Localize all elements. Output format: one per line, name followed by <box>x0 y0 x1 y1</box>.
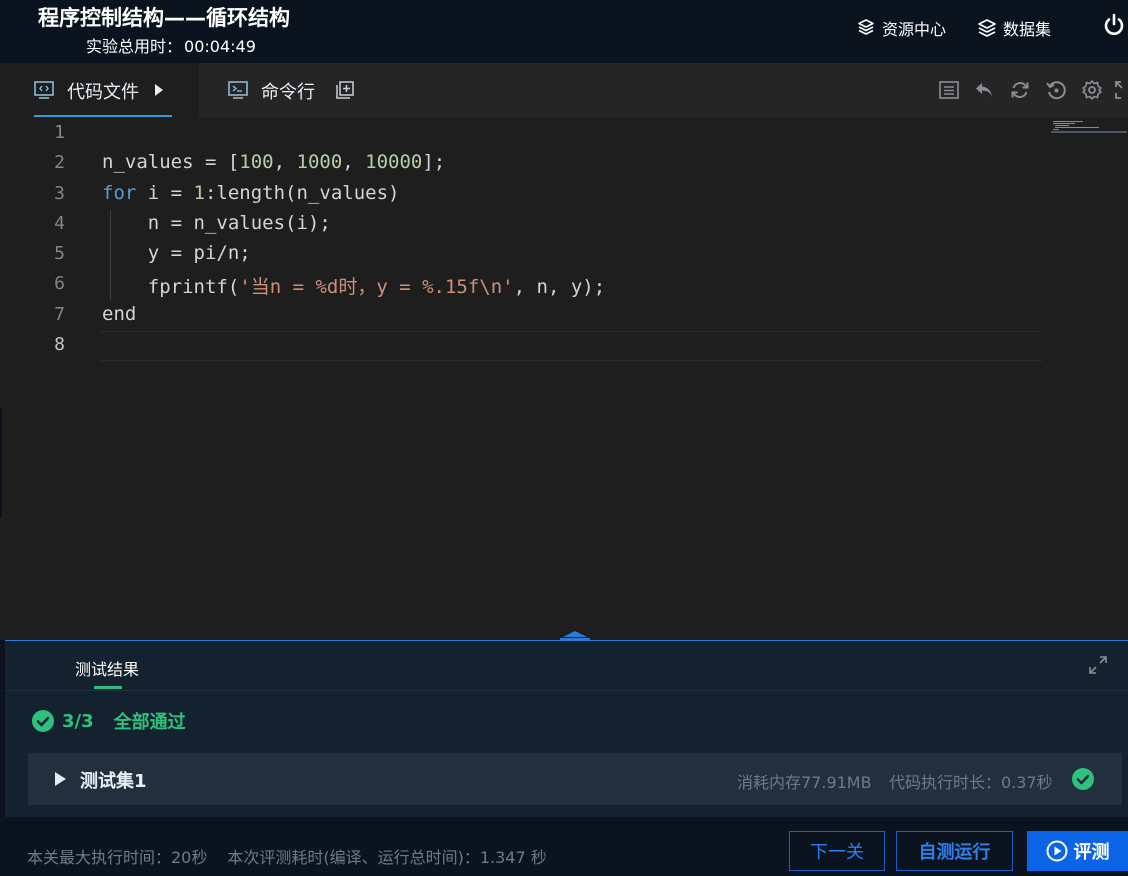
line-number: 3 <box>54 183 65 204</box>
code-line-6[interactable]: fprintf('当n = %d时，y = %.15f\n', n, y); <box>102 272 605 299</box>
code-number: 100 <box>239 151 274 173</box>
current-line-highlight <box>101 331 1042 361</box>
evaluate-button-label: 评测 <box>1073 842 1110 863</box>
list-icon[interactable] <box>938 79 960 101</box>
line-number: 7 <box>54 304 65 325</box>
code-token: , <box>273 151 297 173</box>
code-token: i = <box>136 182 194 204</box>
elapsed-time: 实验总用时： 00:04:49 <box>84 33 256 57</box>
code-line-3[interactable]: for i = 1:length(n_values) <box>102 182 399 204</box>
minimap-current-line <box>1051 131 1127 133</box>
code-token: :length(n_values) <box>204 182 400 204</box>
code-line-5[interactable]: y = pi/n; <box>102 242 251 264</box>
code-line-7[interactable]: end <box>102 303 136 325</box>
tab-command-line-label: 命令行 <box>261 82 315 103</box>
line-number: 2 <box>54 152 65 173</box>
expand-icon[interactable] <box>1088 655 1108 675</box>
line-number: 1 <box>54 122 65 143</box>
evaluate-button[interactable]: 评测 <box>1027 831 1128 871</box>
line-number: 5 <box>54 243 65 264</box>
line-number: 6 <box>54 273 65 294</box>
restore-icon[interactable] <box>1045 79 1067 101</box>
tab-code-file[interactable]: 代码文件 <box>5 63 199 117</box>
test-set-name: 测试集1 <box>80 771 147 792</box>
code-token: ]; <box>422 151 446 173</box>
elapsed-time-label: 实验总用时： <box>86 37 183 56</box>
box-icon <box>858 19 874 35</box>
play-circle-icon <box>1046 840 1067 862</box>
code-token: end <box>102 303 137 325</box>
gear-icon[interactable] <box>1081 79 1103 101</box>
caret-right-icon <box>55 772 66 786</box>
eval-elapsed-time: 本次评测耗时(编译、运行总时间)：1.347 秒 <box>227 848 547 867</box>
test-set-row[interactable]: 测试集1 消耗内存77.91MB 代码执行时长：0.37秒 <box>28 753 1122 805</box>
minimap-line <box>1055 127 1099 128</box>
code-line-4[interactable]: n = n_values(i); <box>102 212 331 234</box>
fullscreen-icon[interactable] <box>1114 79 1128 101</box>
tab-test-results[interactable]: 测试结果 <box>75 656 139 680</box>
minimap-line <box>1055 125 1069 126</box>
line-number: 4 <box>54 213 65 234</box>
check-circle-icon <box>1072 768 1094 790</box>
minimap[interactable] <box>1051 120 1127 133</box>
pass-count: 3/3 <box>62 710 94 732</box>
dataset-label: 数据集 <box>1003 20 1052 39</box>
code-string: '当n = %d时，y = %.15f\n' <box>239 276 514 298</box>
tab-command-line[interactable]: 命令行 <box>227 63 379 117</box>
caret-right-icon <box>155 84 163 96</box>
resource-center-link[interactable]: 资源中心 <box>856 16 946 40</box>
power-icon[interactable] <box>1101 12 1127 38</box>
max-exec-time: 本关最大执行时间：20秒 <box>27 848 208 867</box>
code-file-icon <box>34 81 54 99</box>
refresh-icon[interactable] <box>1009 79 1031 101</box>
minimap-line <box>1053 129 1059 130</box>
footer-bar: 本关最大执行时间：20秒 本次评测耗时(编译、运行总时间)：1.347 秒 下一关… <box>0 817 1128 876</box>
code-token: , n, y); <box>513 276 606 298</box>
results-divider <box>5 690 1128 691</box>
code-token: n = n_values(i); <box>102 212 331 234</box>
code-line-2[interactable]: n_values = [100, 1000, 10000]; <box>102 151 445 173</box>
results-tab-indicator <box>94 686 122 689</box>
resource-center-label: 资源中心 <box>882 20 947 39</box>
undo-icon[interactable] <box>973 79 995 101</box>
code-token: , <box>342 151 366 173</box>
code-token: n_values = [ <box>102 151 240 173</box>
minimap-line <box>1053 121 1083 122</box>
layers-icon <box>978 19 996 37</box>
pass-summary: 3/3 全部通过 <box>32 708 186 734</box>
left-edge-marker <box>0 408 2 518</box>
code-token: y = pi/n; <box>102 242 251 264</box>
pass-status-text: 全部通过 <box>113 712 186 733</box>
code-token: fprintf( <box>102 276 240 298</box>
line-number-current: 8 <box>54 334 65 355</box>
page-title: 程序控制结构——循环结构 <box>38 6 290 30</box>
add-terminal-icon[interactable] <box>335 80 355 100</box>
indent-guide <box>110 210 111 300</box>
terminal-icon <box>228 81 248 99</box>
dataset-link[interactable]: 数据集 <box>977 16 1051 40</box>
minimap-line <box>1053 123 1075 124</box>
execution-duration: 代码执行时长：0.37秒 <box>889 773 1053 792</box>
elapsed-time-value: 00:04:49 <box>184 37 256 56</box>
code-number: 1 <box>193 182 205 204</box>
active-tab-indicator <box>34 115 172 117</box>
check-circle-icon <box>32 710 54 732</box>
tab-code-file-label: 代码文件 <box>67 82 139 103</box>
code-number: 1000 <box>296 151 343 173</box>
code-number: 10000 <box>365 151 423 173</box>
next-level-button[interactable]: 下一关 <box>789 831 885 871</box>
memory-usage: 消耗内存77.91MB <box>737 773 872 792</box>
self-test-run-button[interactable]: 自测运行 <box>896 831 1013 871</box>
timing-info: 本关最大执行时间：20秒 本次评测耗时(编译、运行总时间)：1.347 秒 <box>27 844 547 868</box>
top-header: 程序控制结构——循环结构 实验总用时： 00:04:49 资源中心 数据集 <box>0 0 1128 62</box>
code-keyword: for <box>102 182 137 204</box>
tab-gap <box>199 63 227 117</box>
